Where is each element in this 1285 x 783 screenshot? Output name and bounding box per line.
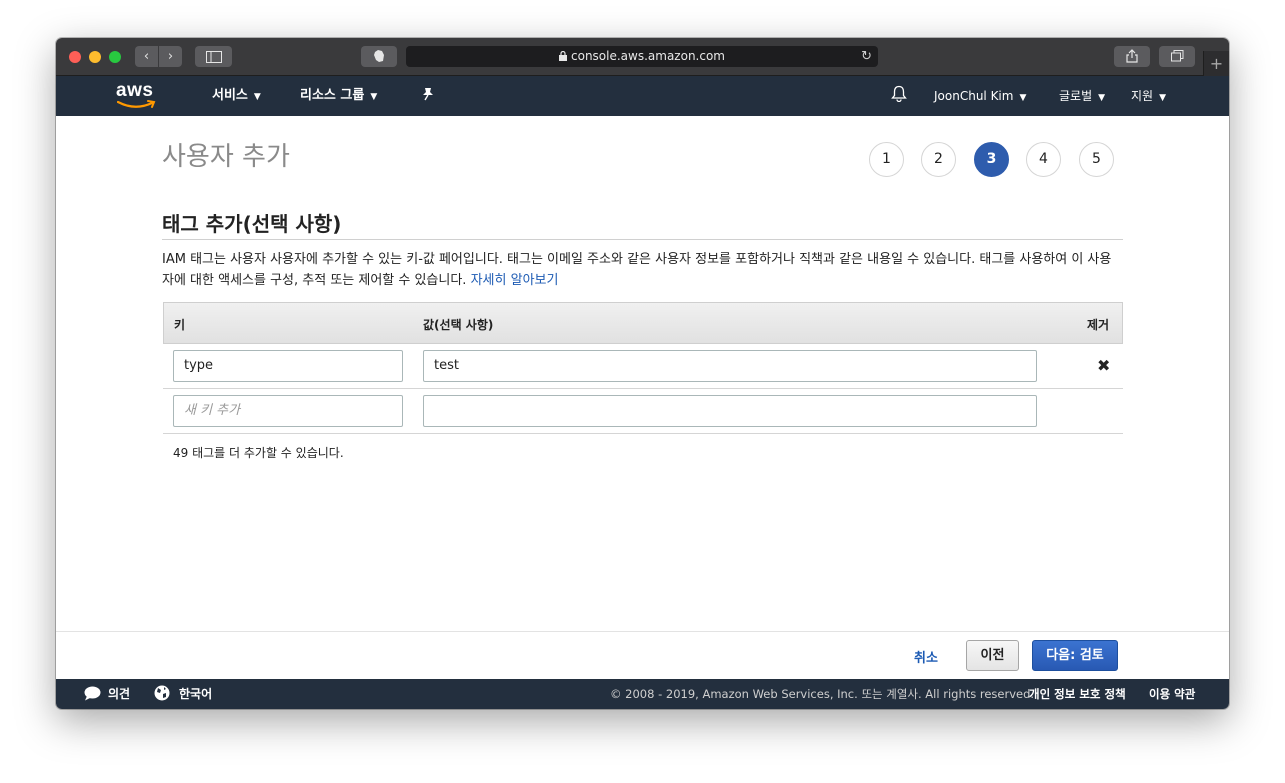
tag-value-input[interactable]: test: [423, 350, 1037, 382]
next-review-button[interactable]: 다음: 검토: [1032, 640, 1118, 671]
account-menu[interactable]: JoonChul Kim ▼: [934, 76, 1026, 116]
browser-toolbar: ‹ › console.aws.amazon.com ↻ +: [56, 38, 1229, 76]
copyright-text: © 2008 - 2019, Amazon Web Services, Inc.…: [610, 687, 1035, 701]
feedback-button[interactable]: 의견: [84, 679, 130, 709]
speech-bubble-icon: [84, 686, 101, 701]
remaining-tags-text: 49 태그를 더 추가할 수 있습니다.: [173, 446, 344, 460]
wizard-action-bar: 취소 이전 다음: 검토: [56, 631, 1229, 679]
column-header-remove: 제거: [1087, 318, 1110, 332]
page-title: 사용자 추가: [162, 142, 290, 172]
language-selector[interactable]: 한국어: [154, 679, 212, 709]
step-4: 4: [1026, 142, 1061, 177]
plus-icon: +: [1209, 54, 1224, 73]
forward-button[interactable]: ›: [159, 46, 182, 67]
new-tag-key-input[interactable]: 새 키 추가: [173, 395, 403, 427]
chevron-down-icon: ▼: [1159, 93, 1167, 103]
feedback-label: 의견: [108, 687, 131, 701]
back-button[interactable]: ‹: [135, 46, 158, 67]
support-label: 지원: [1131, 89, 1154, 103]
sidebar-icon: [205, 51, 222, 63]
language-label: 한국어: [179, 687, 213, 701]
chevron-left-icon: ‹: [143, 49, 150, 64]
lock-icon: [559, 50, 567, 61]
main-content: 사용자 추가 1 2 3 4 5 태그 추가(선택 사항) IAM 태그는 사용…: [56, 116, 1229, 631]
services-label: 서비스: [212, 88, 248, 103]
aws-console-nav: aws 서비스 ▼ 리소스 그룹 ▼ JoonChul Kim ▼ 글로벌 ▼ 지원 ▼: [56, 76, 1229, 116]
aws-logo[interactable]: aws: [115, 80, 159, 111]
chevron-down-icon: ▼: [1098, 93, 1106, 103]
share-button[interactable]: [1114, 46, 1150, 67]
table-header: 키 값(선택 사항) 제거: [163, 302, 1123, 344]
section-divider: [162, 239, 1123, 240]
aws-smile-icon: [117, 100, 156, 108]
column-header-key: 키: [174, 318, 186, 332]
step-1[interactable]: 1: [869, 142, 904, 177]
learn-more-link[interactable]: 자세히 알아보기: [471, 273, 559, 288]
show-tabs-button[interactable]: [1159, 46, 1195, 67]
chevron-down-icon: ▼: [370, 92, 378, 102]
maximize-window-button[interactable]: [109, 51, 121, 63]
account-name: JoonChul Kim: [934, 89, 1014, 103]
tabs-icon: [1170, 50, 1183, 62]
bell-icon: [891, 85, 907, 103]
step-5: 5: [1079, 142, 1114, 177]
services-menu[interactable]: 서비스 ▼: [212, 76, 261, 116]
region-menu[interactable]: 글로벌 ▼: [1059, 76, 1105, 116]
chevron-down-icon: ▼: [1019, 93, 1027, 103]
browser-window: ‹ › console.aws.amazon.com ↻ + aws 서비스 ▼ …: [56, 38, 1229, 709]
resource-groups-menu[interactable]: 리소스 그룹 ▼: [300, 76, 377, 116]
privacy-policy-link[interactable]: 개인 정보 보호 정책: [1029, 679, 1126, 709]
new-tab-button[interactable]: +: [1203, 51, 1229, 76]
terms-of-use-link[interactable]: 이용 약관: [1149, 679, 1195, 709]
new-tag-value-input[interactable]: [423, 395, 1037, 427]
address-bar[interactable]: console.aws.amazon.com ↻: [406, 46, 878, 67]
notifications-button[interactable]: [891, 76, 907, 116]
tag-key-input[interactable]: type: [173, 350, 403, 382]
cancel-link[interactable]: 취소: [914, 647, 938, 666]
aws-logo-text: aws: [116, 80, 154, 101]
region-label: 글로벌: [1059, 89, 1093, 103]
pin-button[interactable]: [422, 76, 434, 116]
support-menu[interactable]: 지원 ▼: [1131, 76, 1166, 116]
evernote-icon: [374, 50, 384, 62]
url-text: console.aws.amazon.com: [571, 49, 725, 63]
column-header-value: 값(선택 사항): [423, 318, 494, 332]
step-2[interactable]: 2: [921, 142, 956, 177]
remove-tag-icon[interactable]: ✖: [1097, 356, 1110, 375]
share-icon: [1126, 49, 1138, 63]
previous-button[interactable]: 이전: [966, 640, 1019, 671]
sidebar-toggle-button[interactable]: [195, 46, 232, 67]
chevron-right-icon: ›: [167, 49, 174, 64]
minimize-window-button[interactable]: [89, 51, 101, 63]
console-footer: 의견 한국어 © 2008 - 2019, Amazon Web Service…: [56, 679, 1229, 709]
step-3-current: 3: [974, 142, 1009, 177]
close-window-button[interactable]: [69, 51, 81, 63]
table-row-new: 새 키 추가: [163, 389, 1123, 434]
section-title: 태그 추가(선택 사항): [162, 212, 342, 236]
pin-icon: [423, 88, 433, 101]
globe-icon: [154, 685, 170, 701]
description-text: IAM 태그는 사용자 사용자에 추가할 수 있는 키-값 페어입니다. 태그는…: [162, 252, 1112, 288]
tags-description: IAM 태그는 사용자 사용자에 추가할 수 있는 키-값 페어입니다. 태그는…: [162, 249, 1122, 291]
table-row: type test ✖: [163, 344, 1123, 389]
chevron-down-icon: ▼: [253, 92, 261, 102]
resource-groups-label: 리소스 그룹: [300, 88, 365, 103]
evernote-extension-button[interactable]: [361, 46, 397, 67]
reload-icon[interactable]: ↻: [861, 46, 872, 67]
